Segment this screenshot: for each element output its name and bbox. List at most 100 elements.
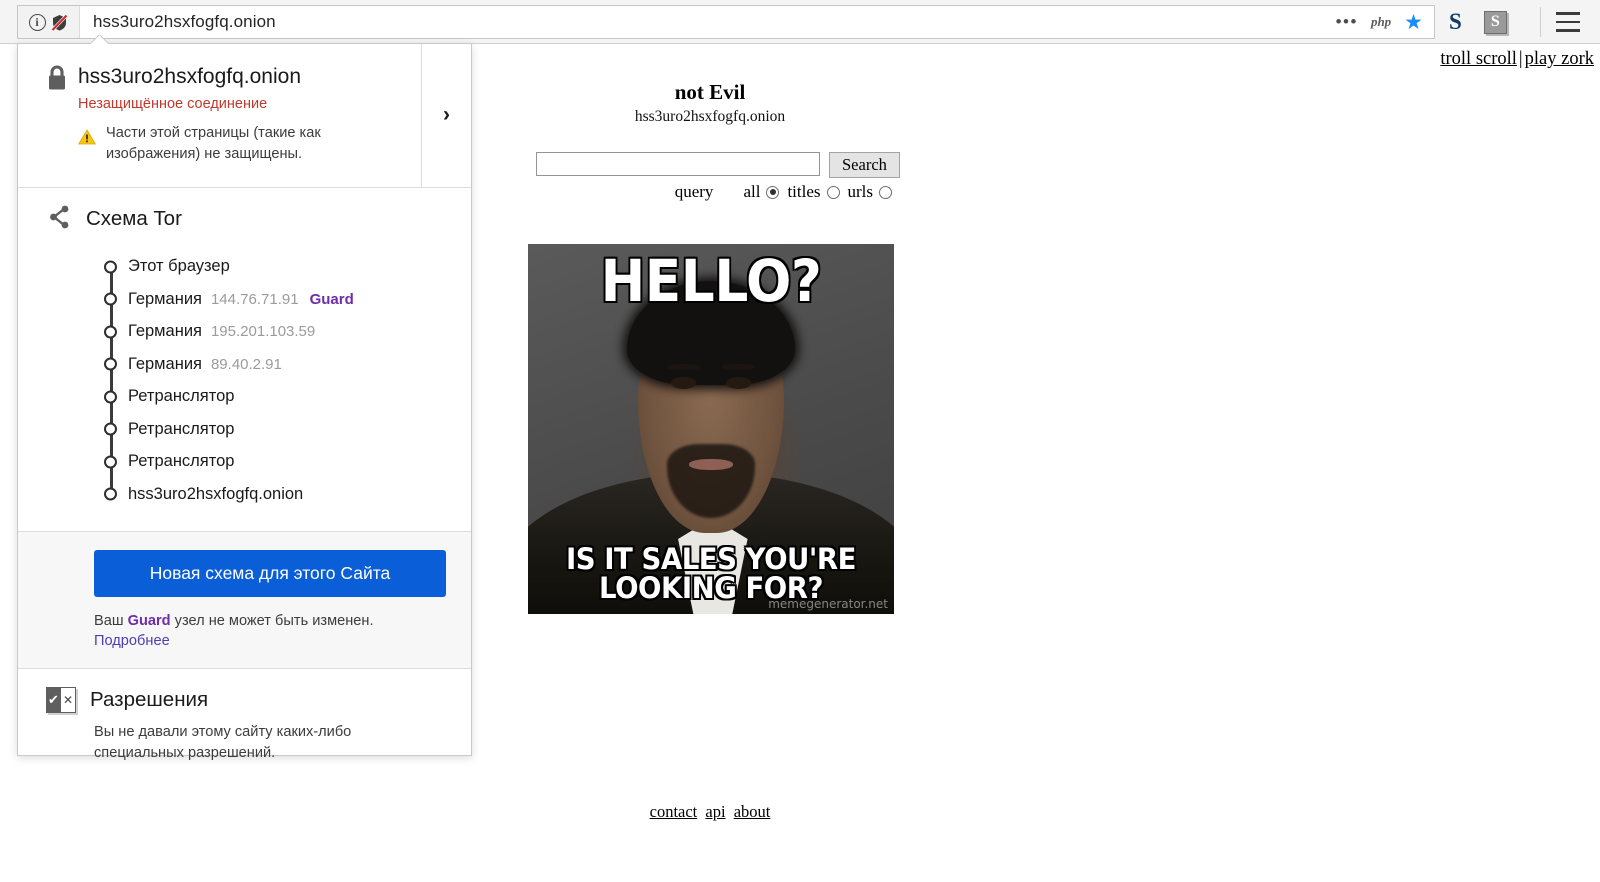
hamburger-line [1556, 20, 1580, 24]
browser-toolbar: i hss3uro2hsxfogfq.onion ••• php ★ S S [0, 0, 1600, 44]
extension-icons: S S [1449, 0, 1507, 44]
scope-label-all: all [743, 182, 761, 201]
hamburger-line [1556, 12, 1580, 15]
circuit-node-dot [104, 487, 117, 501]
panel-site-host: hss3uro2hsxfogfq.onion [78, 65, 301, 88]
tor-circuit-icon [46, 204, 72, 235]
panel-pointer-arrow [91, 35, 109, 44]
site-identity-section: hss3uro2hsxfogfq.onion Незащищённое соед… [18, 44, 471, 188]
circuit-node: Германия 195.201.103.59 [18, 316, 471, 349]
circuit-node: Этот браузер [18, 251, 471, 284]
hamburger-menu-icon[interactable] [1556, 12, 1580, 32]
circuit-node-dot [104, 292, 117, 306]
circuit-node: Германия 144.76.71.91 Guard [18, 283, 471, 316]
circuit-node-dot [104, 325, 117, 339]
circuit-node-ip: 195.201.103.59 [210, 323, 316, 341]
top-links-separator: | [1518, 49, 1523, 69]
circuit-node: Ретранслятор [18, 446, 471, 479]
meme-eye-right [725, 377, 752, 390]
url-text[interactable]: hss3uro2hsxfogfq.onion [80, 12, 276, 32]
meme-mouth [689, 458, 733, 470]
urlbar-right-icons: ••• php ★ [1336, 12, 1434, 33]
permissions-header: ✔ ✕ Разрешения [18, 686, 471, 713]
search-form: Search [536, 152, 900, 178]
scope-option-all[interactable]: all [743, 182, 780, 202]
panel-expand-chevron-icon[interactable]: › [421, 44, 471, 187]
permissions-icon: ✔ ✕ [46, 686, 76, 713]
permissions-title: Разрешения [90, 687, 209, 711]
meme-eyebrow-right [721, 364, 755, 371]
meme-image: HELLO? IS IT SALES YOU'RE LOOKING FOR? m… [528, 244, 894, 614]
circuit-node-label: hss3uro2hsxfogfq.onion [128, 484, 304, 503]
tor-circuit-node-list: Этот браузер Германия 144.76.71.91 Guard… [18, 251, 471, 511]
identity-box[interactable]: i [18, 6, 80, 38]
circuit-node-label: Ретранслятор [128, 387, 235, 406]
permissions-description: Вы не давали этому сайту каких-либо спец… [94, 723, 352, 761]
guard-note-prefix: Ваш [94, 612, 128, 629]
new-circuit-section: Новая схема для этого Сайта Ваш Guard уз… [18, 531, 471, 669]
site-identity-panel: hss3uro2hsxfogfq.onion Незащищённое соед… [17, 43, 472, 761]
new-circuit-button[interactable]: Новая схема для этого Сайта [94, 549, 446, 597]
meme-watermark: memegenerator.net [768, 597, 888, 611]
guard-note-suffix: узел не может быть изменен. [170, 612, 374, 629]
url-bar[interactable]: i hss3uro2hsxfogfq.onion ••• php ★ [17, 5, 1435, 39]
search-scope-row: query all titles urls [536, 182, 892, 202]
hamburger-line [1556, 29, 1580, 32]
scope-label-urls: urls [847, 182, 874, 201]
meme-bottom-text: IS IT SALES YOU'RE LOOKING FOR? [566, 541, 856, 606]
circuit-node-dot [104, 455, 117, 469]
guard-note-keyword: Guard [127, 612, 171, 629]
circuit-node-role: Guard [309, 290, 354, 308]
skype-s-icon[interactable]: S [1449, 9, 1462, 35]
tor-circuit-header: Схема Tor [18, 204, 471, 235]
bookmark-star-icon[interactable]: ★ [1404, 12, 1423, 33]
meme-top-text: HELLO? [600, 247, 822, 315]
circuit-node: Ретранслятор [18, 381, 471, 414]
circuit-node-dot [104, 390, 117, 404]
circuit-node-dot [104, 422, 117, 436]
radio-titles[interactable] [826, 185, 840, 199]
circuit-node-dot [104, 260, 117, 274]
circuit-node-label: Ретранслятор [128, 419, 235, 438]
circuit-node: Ретранслятор [18, 413, 471, 446]
link-api[interactable]: api [705, 802, 725, 821]
learn-more-link[interactable]: Подробнее [94, 633, 170, 649]
scope-label-titles: titles [787, 182, 821, 201]
circuit-node-label: Германия [128, 322, 202, 341]
radio-urls[interactable] [879, 185, 892, 199]
circuit-node-ip: 144.76.71.91 [210, 290, 299, 308]
circuit-node-label: Ретранслятор [128, 452, 235, 471]
mixed-content-warning: Части этой страницы (такие как изображен… [77, 123, 361, 164]
query-label: query [674, 182, 714, 201]
permissions-allow-check-icon: ✔ [46, 686, 61, 713]
search-button[interactable]: Search [829, 152, 900, 178]
scope-option-titles[interactable]: titles [787, 182, 840, 202]
warning-triangle-icon [77, 129, 97, 145]
link-troll-scroll[interactable]: troll scroll [1440, 49, 1517, 69]
s-extension-icon[interactable]: S [1483, 10, 1507, 34]
link-about[interactable]: about [734, 802, 771, 821]
scope-option-urls[interactable]: urls [847, 182, 892, 202]
permissions-deny-cross-icon: ✕ [61, 686, 76, 713]
connection-status: Незащищённое соединение [78, 96, 268, 113]
circuit-node: hss3uro2hsxfogfq.onion [18, 478, 471, 511]
mixed-content-blocked-icon[interactable] [50, 13, 69, 32]
circuit-node-ip: 89.40.2.91 [210, 355, 282, 373]
more-dots-icon[interactable]: ••• [1336, 13, 1358, 30]
link-contact[interactable]: contact [650, 802, 698, 821]
circuit-node: Германия 89.40.2.91 [18, 348, 471, 381]
toolbar-divider [1540, 7, 1541, 37]
info-icon[interactable]: i [28, 13, 46, 31]
top-links: troll scroll | play zork [1440, 49, 1594, 70]
circuit-node-label: Этот браузер [128, 257, 230, 276]
radio-all[interactable] [766, 185, 780, 199]
meme-eyebrow-left [667, 364, 701, 371]
search-input[interactable] [536, 152, 820, 176]
lock-icon [46, 64, 68, 91]
footer-links: contact api about [0, 802, 1420, 822]
tor-circuit-title: Схема Tor [86, 207, 182, 231]
link-play-zork[interactable]: play zork [1525, 49, 1594, 69]
circuit-node-label: Германия [128, 354, 202, 373]
tor-circuit-section: Схема Tor Этот браузер Германия 144.76.7… [18, 188, 471, 532]
php-icon[interactable]: php [1371, 14, 1391, 30]
